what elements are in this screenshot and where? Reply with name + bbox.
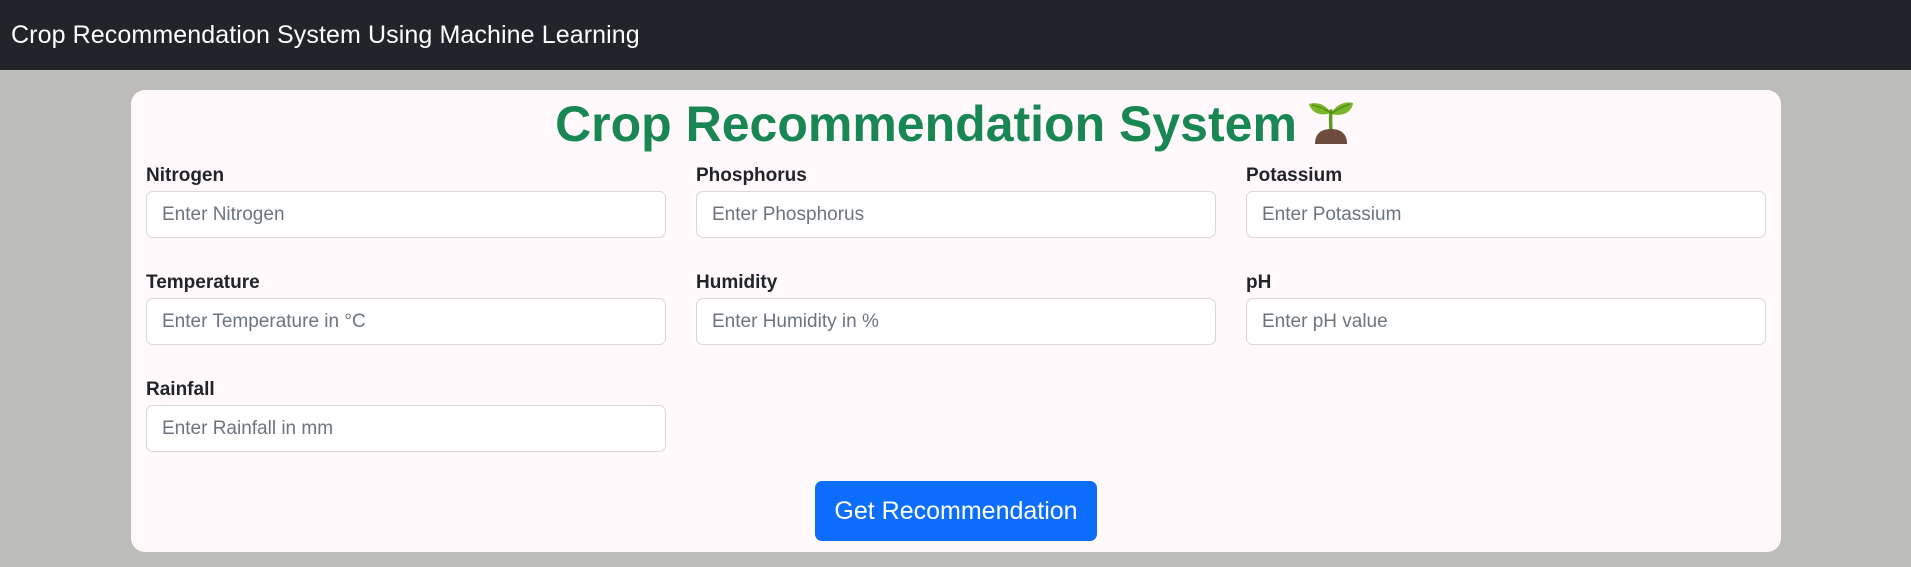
form-card: Crop Recommendation System Nitrogen Phos… <box>131 90 1781 552</box>
nitrogen-label: Nitrogen <box>146 165 225 186</box>
potassium-field: Potassium <box>1246 164 1766 238</box>
potassium-input[interactable] <box>1246 191 1766 238</box>
temperature-field: Temperature <box>146 271 666 345</box>
humidity-input[interactable] <box>696 298 1216 345</box>
temperature-label: Temperature <box>146 272 260 293</box>
phosphorus-label: Phosphorus <box>696 165 807 186</box>
get-recommendation-button[interactable]: Get Recommendation <box>815 481 1097 541</box>
ph-label: pH <box>1246 272 1272 293</box>
sprout-icon <box>1308 102 1353 144</box>
nitrogen-input[interactable] <box>146 191 666 238</box>
ph-field: pH <box>1246 271 1766 345</box>
rainfall-input[interactable] <box>146 405 666 452</box>
ph-input[interactable] <box>1246 298 1766 345</box>
page-title-text: Crop Recommendation System <box>555 96 1297 152</box>
top-navbar: Crop Recommendation System Using Machine… <box>0 0 1911 70</box>
phosphorus-input[interactable] <box>696 191 1216 238</box>
navbar-brand[interactable]: Crop Recommendation System Using Machine… <box>11 21 640 50</box>
humidity-label: Humidity <box>696 272 778 293</box>
page-title: Crop Recommendation System <box>131 94 1781 154</box>
rainfall-field: Rainfall <box>146 378 666 452</box>
nitrogen-field: Nitrogen <box>146 164 666 238</box>
rainfall-label: Rainfall <box>146 379 215 400</box>
potassium-label: Potassium <box>1246 165 1343 186</box>
temperature-input[interactable] <box>146 298 666 345</box>
humidity-field: Humidity <box>696 271 1216 345</box>
phosphorus-field: Phosphorus <box>696 164 1216 238</box>
